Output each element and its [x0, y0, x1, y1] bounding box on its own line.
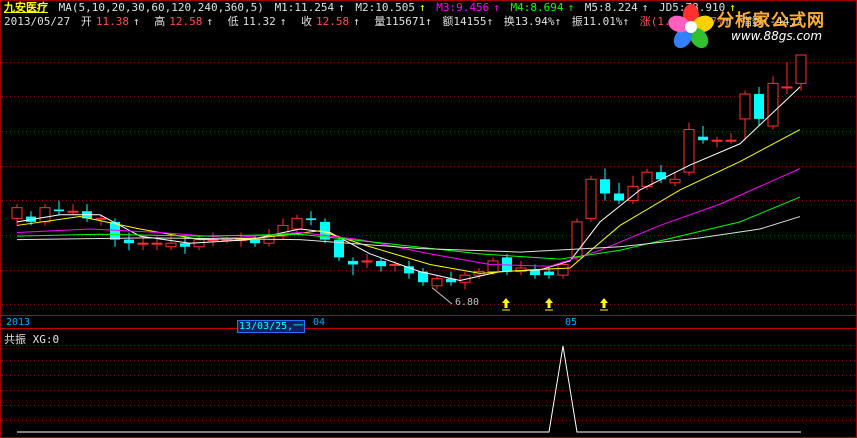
up-arrow-icon: ↑	[419, 1, 426, 14]
candle-body-down	[124, 239, 134, 244]
candle-body-up	[39, 207, 51, 223]
up-arrow-icon: ↑	[206, 15, 213, 28]
amount-value: 额14155	[442, 15, 487, 28]
candle-body-up	[767, 82, 779, 127]
ma-value-2: M2:10.505	[355, 1, 416, 14]
ma-value-5: M5:8.224	[584, 1, 638, 14]
candle-body-up	[11, 207, 23, 219]
ma-params: MA(5,10,20,30,60,120,240,360,5)	[58, 1, 264, 14]
candle-body-down	[544, 271, 554, 276]
signal-up-arrow-icon	[502, 298, 510, 308]
amplitude-value: 振11.01%	[571, 15, 623, 28]
date-axis-cursor[interactable]: 13/03/25,一	[237, 317, 306, 333]
signal-up-arrow-icon	[545, 298, 553, 308]
flower-logo-icon	[668, 4, 714, 49]
ma-value-4: M4:8.694	[510, 1, 564, 14]
up-arrow-icon: ↑	[279, 15, 287, 28]
site-logo: 分析家公式网 www.88gs.com	[665, 2, 855, 52]
candle-body-up	[67, 210, 79, 213]
up-arrow-icon: ↑	[554, 15, 562, 28]
ma60-line	[16, 216, 801, 253]
signal-up-arrow-icon	[600, 298, 608, 308]
quote-date: 2013/05/27	[4, 15, 71, 28]
date-axis-05: 05	[565, 317, 578, 328]
logo-title: 分析家公式网	[717, 11, 825, 31]
indicator-line	[17, 345, 801, 433]
candle-body-up	[711, 139, 723, 142]
candle-body-down	[698, 136, 708, 141]
ma20-line	[16, 168, 801, 267]
kline-chart[interactable]	[0, 0, 857, 438]
volume-value: 量115671	[374, 15, 426, 28]
open-value: 11.38	[95, 15, 129, 28]
candle-body-down	[600, 179, 610, 194]
candle-body-up	[137, 242, 149, 245]
candle-body-up	[165, 242, 177, 248]
candle-body-down	[614, 193, 624, 201]
up-arrow-icon: ↑	[132, 15, 140, 28]
ma-value-1: M1:11.254	[274, 1, 335, 14]
candle-body-down	[348, 260, 358, 265]
date-axis-2013: 2013	[6, 317, 31, 328]
candle-body-up	[361, 260, 373, 263]
candle-body-down	[250, 239, 260, 244]
candle-body-up	[669, 178, 681, 184]
candle-body-up	[151, 242, 163, 245]
candle-body-up	[95, 217, 107, 220]
logo-url: www.88gs.com	[731, 29, 823, 43]
up-arrow-icon: ↑	[567, 1, 575, 14]
candle-body-up	[291, 217, 303, 230]
candle-body-up	[781, 86, 793, 89]
low-value: 11.32	[242, 15, 276, 28]
high-label: 高	[154, 15, 166, 28]
up-arrow-icon: ↑	[641, 1, 649, 14]
cursor-date: 13/03/25,一	[237, 320, 306, 333]
up-arrow-icon: ↑	[338, 1, 345, 14]
ma5-line	[16, 86, 801, 281]
chart-frame	[0, 0, 857, 438]
candle-body-up	[557, 263, 569, 276]
low-label: 低	[227, 15, 239, 28]
open-label: 开	[80, 15, 92, 28]
ma-value-3: M3:9.456	[436, 1, 490, 14]
stock-name[interactable]: 九安医疗	[4, 1, 48, 14]
candle-body-down	[376, 260, 386, 267]
candle-body-up	[585, 178, 597, 219]
up-arrow-icon: ↑	[486, 15, 494, 28]
candle-body-up	[725, 139, 737, 142]
up-arrow-icon: ↑	[425, 15, 432, 28]
candle-body-down	[754, 94, 764, 119]
candle-body-up	[739, 93, 751, 120]
low-price-marker: 6.80	[455, 297, 480, 308]
date-axis-04: 04	[313, 317, 326, 328]
candle-body-up	[795, 54, 807, 84]
candle-body-down	[180, 243, 190, 247]
up-arrow-icon: ↑	[353, 15, 360, 28]
turnover-value: 换13.94%	[503, 15, 555, 28]
up-arrow-icon: ↑	[622, 15, 630, 28]
ma-info-line: 九安医疗 MA(5,10,20,30,60,120,240,360,5) M1:…	[4, 1, 740, 15]
ma10-line	[16, 129, 801, 274]
close-label: 收	[300, 15, 312, 28]
candle-body-down	[306, 218, 316, 221]
high-value: 12.58	[169, 15, 203, 28]
candle-body-up	[431, 278, 443, 287]
low-marker-line	[431, 287, 453, 305]
close-value: 12.58	[315, 15, 350, 28]
up-arrow-icon: ↑	[493, 1, 500, 14]
candle-body-up	[487, 260, 499, 273]
candle-body-up	[389, 263, 401, 266]
indicator-label: 共振 XG:0	[4, 333, 60, 346]
candle-body-down	[54, 209, 64, 212]
